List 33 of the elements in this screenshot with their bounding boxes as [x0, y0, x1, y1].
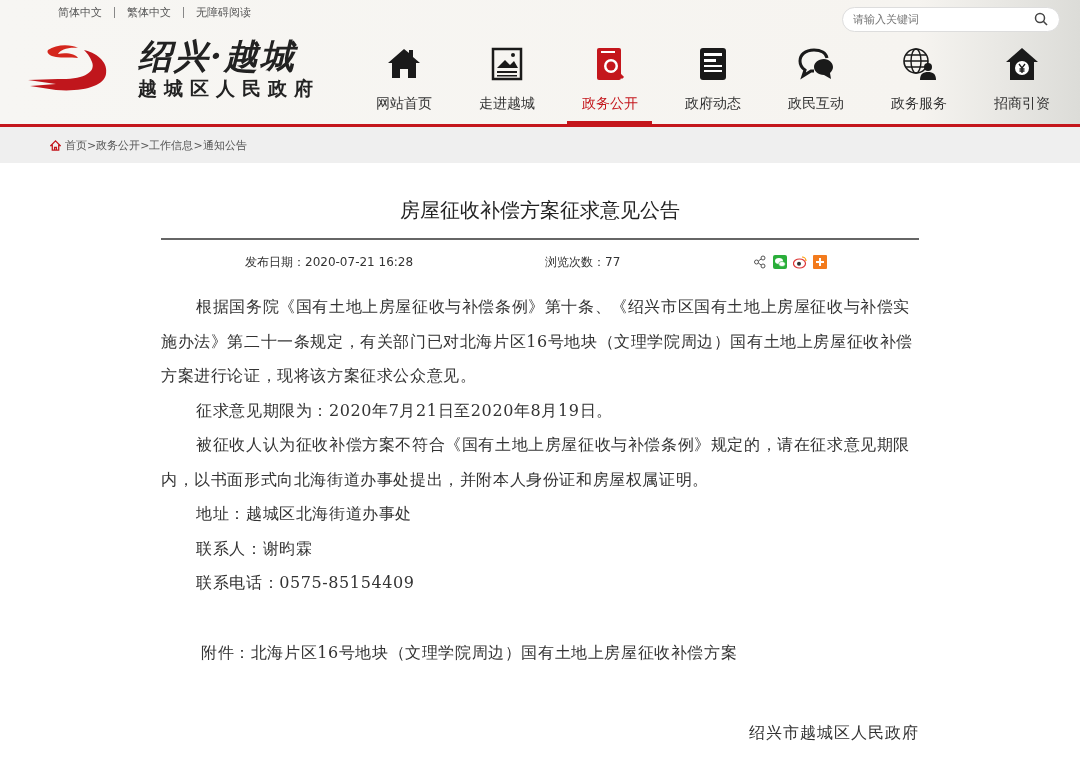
- search-field[interactable]: 请输入关键词: [842, 7, 1060, 32]
- language-link[interactable]: 繁体中文: [127, 4, 171, 20]
- body-paragraph: 被征收人认为征收补偿方案不符合《国有土地上房屋征收与补偿条例》规定的，请在征求意见期限内，以书面形式向北海街道办事处提出，并附本人身份证和房屋权属证明。: [161, 434, 911, 491]
- nav-tab[interactable]: 招商引资: [970, 46, 1073, 124]
- signature: 绍兴市越城区人民政府: [749, 722, 919, 742]
- language-link[interactable]: 无障碍阅读: [196, 4, 251, 20]
- body-paragraph: 地址：越城区北海街道办事处: [195, 503, 413, 525]
- plus-icon[interactable]: [813, 255, 827, 269]
- share-icon[interactable]: [753, 255, 767, 269]
- view-count: 浏览次数：77: [545, 253, 622, 271]
- nav-tab[interactable]: 网站首页: [352, 46, 455, 124]
- body-paragraph: 联系电话：0575-85154409: [195, 572, 416, 594]
- nav-tab[interactable]: 政府动态: [661, 46, 764, 124]
- chat-icon: [797, 46, 834, 82]
- attachment-text: 附件：北海片区16号地块（文理学院周边）国有土地上房屋征收补偿方案: [201, 642, 738, 662]
- eye-icon[interactable]: [793, 255, 807, 269]
- chat-bubble-icon[interactable]: [773, 255, 787, 269]
- logo-subtitle: 越城区人民政府: [138, 76, 320, 100]
- language-link[interactable]: 简体中文: [58, 4, 102, 20]
- logo-title: 绍兴·越城: [138, 36, 299, 76]
- home-icon: [50, 139, 61, 151]
- breadcrumb: 首页>政务公开>工作信息>通知公告: [65, 137, 247, 153]
- search-icon[interactable]: [1034, 12, 1048, 26]
- body-paragraph: 根据国务院《国有土地上房屋征收与补偿条例》第十条、《绍兴市区国有土地上房屋征收与补偿实施办法》第二十一条规定，有关部门已对北海片区16号地块（文理学院周边）国有土地上房屋征收补偿方案进行论证，现将该方案征求公众意见。: [161, 296, 914, 387]
- nav-tab[interactable]: 政务公开: [567, 46, 652, 124]
- nav-tab[interactable]: 走进越城: [455, 46, 558, 124]
- article-title: 房屋征收补偿方案征求意见公告: [161, 197, 919, 240]
- body-paragraph: 联系人：谢昀霖: [195, 537, 314, 560]
- publish-date: 发布日期：2020-07-21 16:28: [245, 253, 415, 271]
- body-paragraph: 征求意见期限为：2020年7月21日至2020年8月19日。: [195, 399, 614, 422]
- nav-tab[interactable]: 政民互动: [764, 46, 867, 124]
- globe-icon: [900, 46, 937, 82]
- nav-tab[interactable]: 政务服务: [867, 46, 970, 124]
